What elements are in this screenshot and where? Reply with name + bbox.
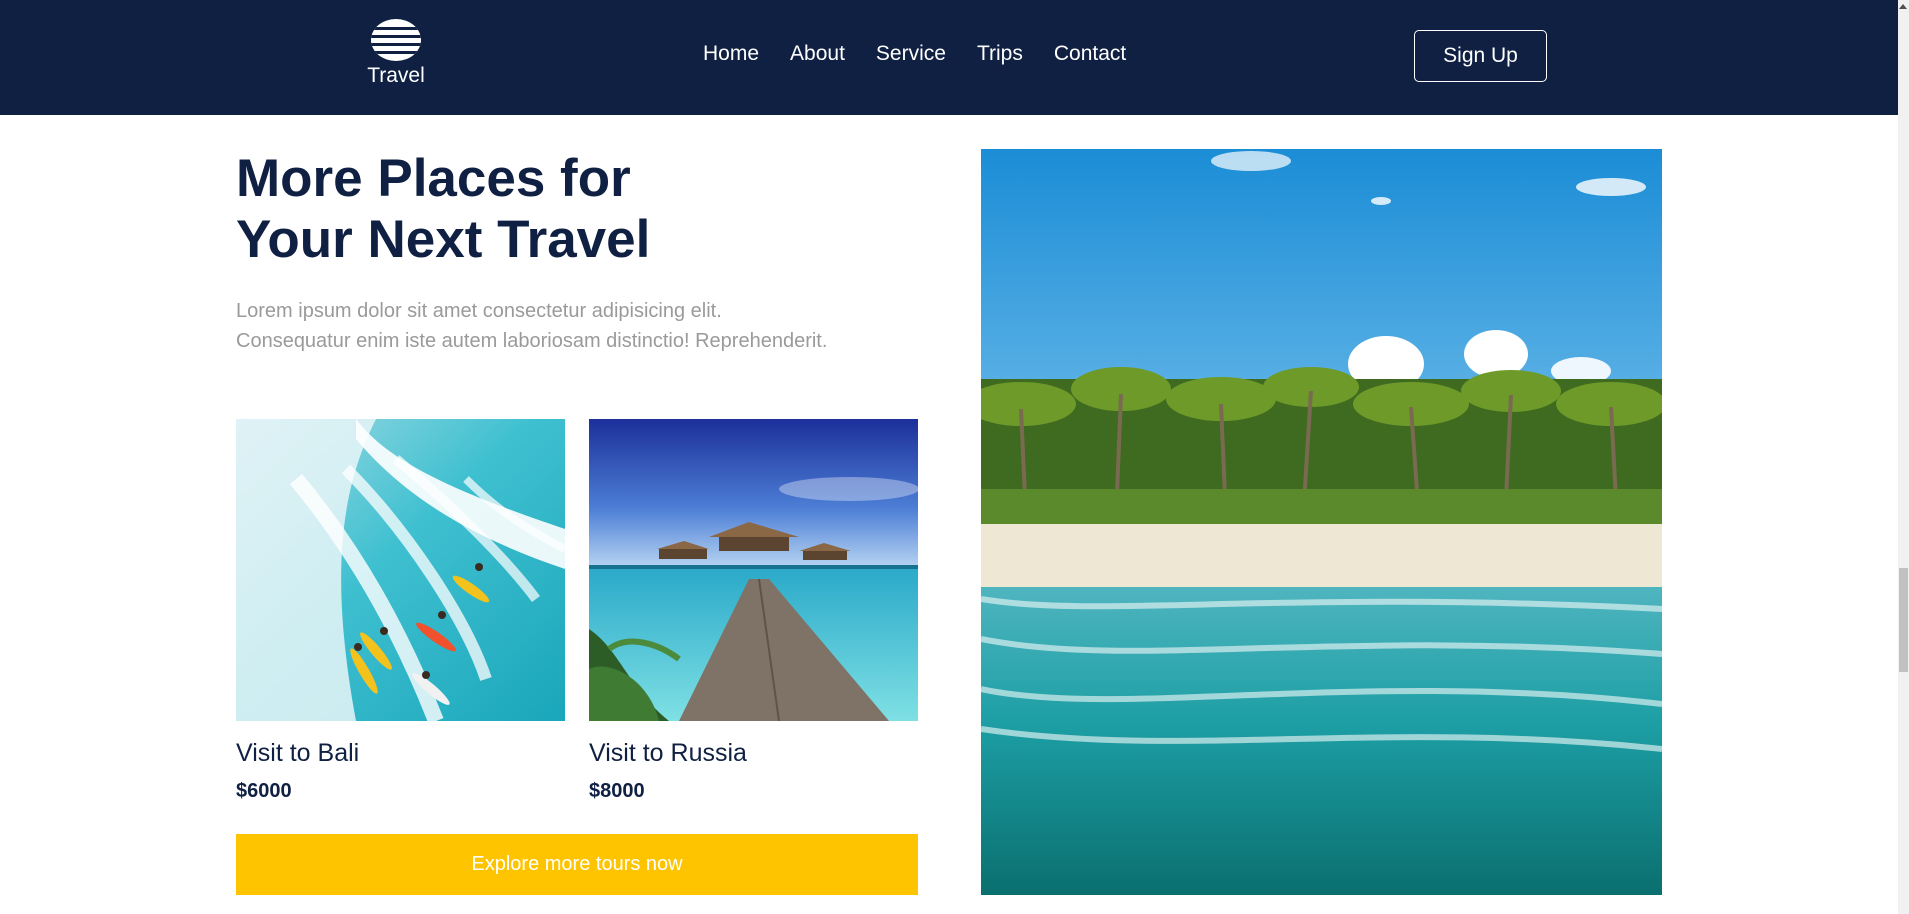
description-line-1: Lorem ipsum dolor sit amet consectetur a… <box>236 300 722 322</box>
navbar: Travel Home About Service Trips Contact … <box>0 0 1898 115</box>
scrollbar[interactable] <box>1898 0 1909 914</box>
nav-link-service[interactable]: Service <box>876 42 946 66</box>
globe-logo-icon <box>371 19 421 61</box>
nav-link-trips[interactable]: Trips <box>977 42 1023 66</box>
sign-up-button[interactable]: Sign Up <box>1414 30 1547 82</box>
description-line-2: Consequatur enim iste autem laboriosam d… <box>236 330 828 352</box>
tour-card-title: Visit to Russia <box>589 739 747 767</box>
tour-card-price: $8000 <box>589 780 645 802</box>
logo[interactable]: Travel <box>362 18 430 88</box>
beach-hero-image <box>981 149 1662 895</box>
scrollbar-thumb[interactable] <box>1899 568 1908 672</box>
tour-card-price: $6000 <box>236 780 292 802</box>
nav-link-about[interactable]: About <box>790 42 845 66</box>
nav-link-contact[interactable]: Contact <box>1054 42 1126 66</box>
bali-surf-image <box>236 419 565 721</box>
russia-pier-image <box>589 419 918 721</box>
nav-link-home[interactable]: Home <box>703 42 759 66</box>
section-heading: More Places for Your Next Travel <box>236 148 836 270</box>
nav-links: Home About Service Trips Contact <box>703 42 1157 66</box>
logo-text: Travel <box>367 64 425 87</box>
scroll-up-arrow-icon[interactable] <box>1899 4 1907 9</box>
tour-card-title: Visit to Bali <box>236 739 360 767</box>
heading-line-2: Your Next Travel <box>236 210 651 269</box>
tour-card-russia[interactable]: Visit to Russia $8000 <box>589 419 918 803</box>
heading-line-1: More Places for <box>236 149 631 208</box>
tour-card-bali[interactable]: Visit to Bali $6000 <box>236 419 565 803</box>
explore-tours-button[interactable]: Explore more tours now <box>236 834 918 895</box>
section-description: Lorem ipsum dolor sit amet consectetur a… <box>236 296 936 356</box>
